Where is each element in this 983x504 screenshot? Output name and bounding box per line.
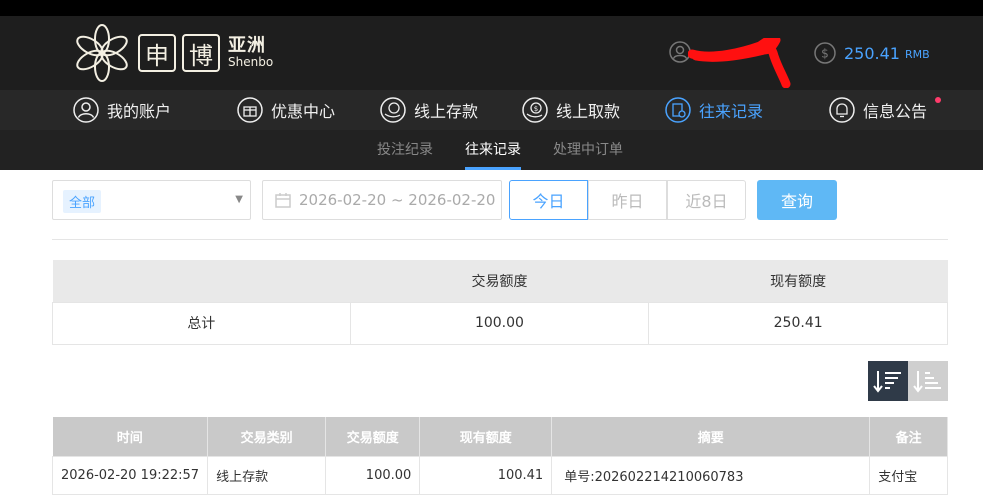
nav-label: 我的账户 bbox=[107, 102, 172, 121]
col-header-remark: 备注 bbox=[869, 417, 948, 456]
nav-label: 优惠中心 bbox=[271, 102, 336, 121]
nav-announcements[interactable]: 信息公告 bbox=[829, 90, 927, 130]
sort-desc-icon bbox=[873, 371, 901, 393]
subtab-bet-records[interactable]: 投注纪录 bbox=[377, 130, 433, 170]
summary-total-row: 总计 100.00 250.41 bbox=[52, 301, 948, 345]
filter-bar: 全部 ▼ 2026-02-20 ~ 2026-02-20 今日 昨日 近8日 查… bbox=[52, 180, 948, 220]
sort-asc-icon bbox=[913, 371, 941, 393]
summary-header-blank bbox=[52, 260, 351, 302]
query-button[interactable]: 查询 bbox=[757, 180, 837, 220]
sort-descending-button[interactable] bbox=[868, 361, 908, 401]
svg-text:$: $ bbox=[534, 105, 538, 113]
col-header-time: 时间 bbox=[52, 417, 209, 456]
record-icon bbox=[665, 97, 691, 123]
col-header-amount: 交易额度 bbox=[325, 417, 421, 456]
nav-label: 往来记录 bbox=[699, 102, 764, 121]
summary-header-row: 交易额度 现有额度 bbox=[52, 260, 948, 302]
cell-time: 2026-02-20 19:22:57 bbox=[51, 455, 209, 495]
balance-amount: 250.41 bbox=[844, 43, 900, 63]
sort-buttons bbox=[868, 361, 948, 401]
top-info-strip bbox=[0, 0, 983, 16]
notification-dot bbox=[935, 97, 941, 103]
nav-label: 信息公告 bbox=[863, 102, 928, 121]
yesterday-button[interactable]: 昨日 bbox=[588, 180, 667, 220]
redacted-username-scribble bbox=[688, 38, 791, 88]
summary-total-balance: 250.41 bbox=[648, 301, 948, 345]
gift-icon bbox=[237, 97, 263, 123]
calendar-icon bbox=[275, 193, 291, 208]
type-tag: 全部 bbox=[63, 190, 102, 213]
user-circle-icon bbox=[73, 97, 99, 123]
deposit-coin-icon bbox=[380, 97, 406, 123]
col-header-type: 交易类别 bbox=[207, 417, 327, 456]
table-header-row: 时间 交易类别 交易额度 现有额度 摘要 备注 bbox=[52, 417, 948, 456]
site-header: 申 博 亚洲 Shenbo $ 250.41 RMB bbox=[0, 16, 983, 90]
transactions-table: 时间 交易类别 交易额度 现有额度 摘要 备注 2026-02-20 19:22… bbox=[51, 417, 948, 495]
summary-header-balance: 现有额度 bbox=[648, 260, 948, 302]
cell-summary: 单号:202602214210060783 bbox=[551, 455, 871, 495]
nav-label: 线上存款 bbox=[414, 102, 479, 121]
cell-remark: 支付宝 bbox=[869, 455, 948, 495]
table-row[interactable]: 2026-02-20 19:22:57 线上存款 100.00 100.41 单… bbox=[51, 455, 948, 495]
summary-total-label: 总计 bbox=[52, 301, 351, 345]
brand-logo[interactable]: 申 博 亚洲 Shenbo bbox=[72, 22, 273, 84]
sub-navigation: 投注纪录 往来记录 处理中订单 bbox=[0, 130, 983, 170]
cell-balance: 100.41 bbox=[419, 455, 553, 495]
nav-transaction-records[interactable]: 往来记录 bbox=[665, 90, 763, 130]
subtab-transaction-records[interactable]: 往来记录 bbox=[465, 130, 521, 170]
cell-amount: 100.00 bbox=[325, 455, 421, 495]
nav-online-withdraw[interactable]: $ 线上取款 bbox=[522, 90, 620, 130]
quick-date-buttons: 今日 昨日 近8日 bbox=[509, 180, 746, 220]
logo-text: 亚洲 Shenbo bbox=[228, 35, 274, 70]
date-range-picker[interactable]: 2026-02-20 ~ 2026-02-20 bbox=[262, 180, 502, 220]
col-header-summary: 摘要 bbox=[551, 417, 871, 456]
caret-down-icon: ▼ bbox=[235, 194, 243, 205]
dollar-coin-icon: $ bbox=[814, 42, 836, 64]
nav-my-account[interactable]: 我的账户 bbox=[73, 90, 171, 130]
today-button[interactable]: 今日 bbox=[509, 180, 588, 220]
last-8-days-button[interactable]: 近8日 bbox=[667, 180, 746, 220]
summary-total-amount: 100.00 bbox=[349, 301, 650, 345]
summary-header-amount: 交易额度 bbox=[350, 260, 649, 302]
logo-char-box-1: 申 bbox=[138, 34, 176, 72]
transaction-type-select[interactable]: 全部 ▼ bbox=[52, 180, 251, 220]
summary-table: 交易额度 现有额度 总计 100.00 250.41 bbox=[52, 260, 948, 345]
withdraw-coin-icon: $ bbox=[522, 97, 548, 123]
nav-promotions[interactable]: 优惠中心 bbox=[237, 90, 335, 130]
balance-currency: RMB bbox=[904, 48, 930, 61]
main-navigation: 我的账户 优惠中心 线上存款 $ 线上取款 往来记录 信息公告 bbox=[0, 90, 983, 130]
divider bbox=[52, 239, 948, 240]
nav-label: 线上取款 bbox=[556, 102, 621, 121]
col-header-balance: 现有额度 bbox=[419, 417, 553, 456]
sort-ascending-button[interactable] bbox=[908, 361, 948, 401]
bell-icon bbox=[829, 97, 855, 123]
balance-display: $ 250.41 RMB bbox=[814, 42, 930, 64]
flower-logo-icon bbox=[76, 24, 128, 82]
cell-type: 线上存款 bbox=[207, 455, 327, 495]
subtab-pending-orders[interactable]: 处理中订单 bbox=[553, 130, 623, 170]
nav-online-deposit[interactable]: 线上存款 bbox=[380, 90, 478, 130]
svg-text:$: $ bbox=[821, 47, 829, 61]
logo-cn-text: 亚洲 bbox=[228, 35, 266, 57]
logo-en-text: Shenbo bbox=[228, 55, 274, 70]
logo-char-box-2: 博 bbox=[182, 34, 220, 72]
date-range-value: 2026-02-20 ~ 2026-02-20 bbox=[299, 191, 496, 209]
